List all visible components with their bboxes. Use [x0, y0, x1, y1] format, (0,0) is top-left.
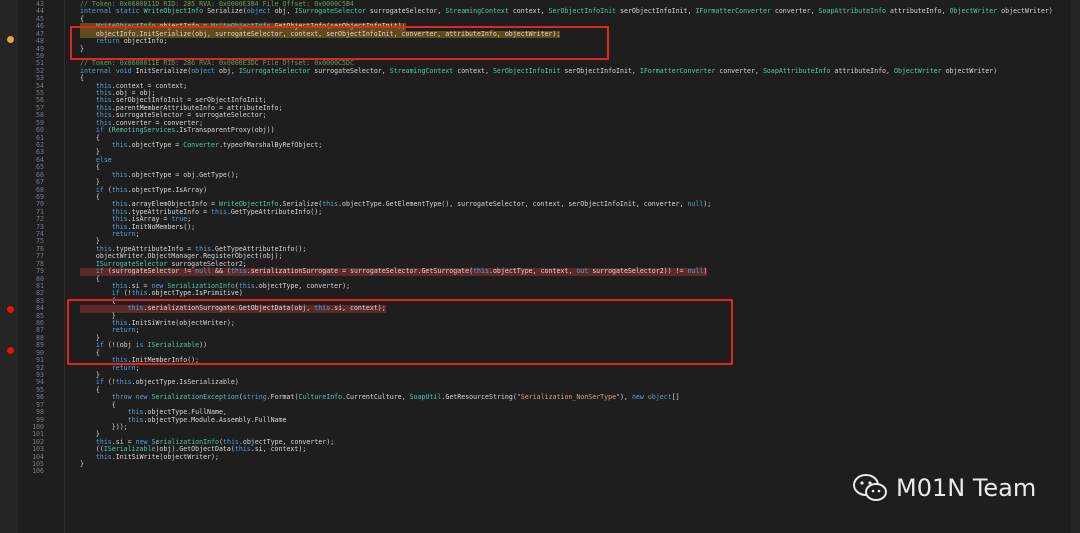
fold-column	[44, 0, 65, 533]
wechat-icon	[852, 473, 888, 503]
breakpoint-gutter[interactable]	[0, 0, 18, 533]
highlight-box-surrogate	[67, 299, 733, 365]
code-line[interactable]: this.objectType = obj.GetType();	[80, 171, 239, 179]
line-number: 106	[32, 467, 44, 476]
code-line[interactable]: }	[80, 460, 84, 468]
code-line[interactable]: throw new SerializationException(string.…	[80, 393, 680, 401]
watermark-text: M01N Team	[896, 474, 1037, 502]
code-line[interactable]: internal void InitSerialize(object obj, …	[80, 67, 997, 75]
code-line[interactable]: if (!this.objectType.IsSerializable)	[80, 378, 239, 386]
code-line[interactable]: this.objectType = Converter.typeofMarsha…	[80, 141, 322, 149]
watermark: M01N Team	[852, 472, 1036, 504]
highlight-box-serialize	[70, 26, 609, 60]
code-line[interactable]: if (RemotingServices.IsTransparentProxy(…	[80, 126, 275, 134]
code-editor[interactable]: // Token: 0x0600011D RID: 285 RVA: 0x000…	[64, 0, 1080, 533]
breakpoint-icon[interactable]	[7, 306, 14, 313]
breakpoint-warning-icon[interactable]	[7, 36, 14, 43]
breakpoint-icon[interactable]	[7, 347, 14, 354]
code-line[interactable]: if (surrogateSelector != null && (this.s…	[80, 267, 708, 276]
code-line[interactable]: this.InitSiWrite(objectWriter);	[80, 453, 219, 461]
line-number-column: 43 44 45 46 47 48 49 50 51 52 53 54 55 56 57 58 59 60 61 62…	[18, 0, 44, 533]
vertical-scrollbar[interactable]	[1071, 0, 1080, 533]
code-line[interactable]: internal static WriteObjectInfo Serializ…	[80, 7, 1053, 15]
